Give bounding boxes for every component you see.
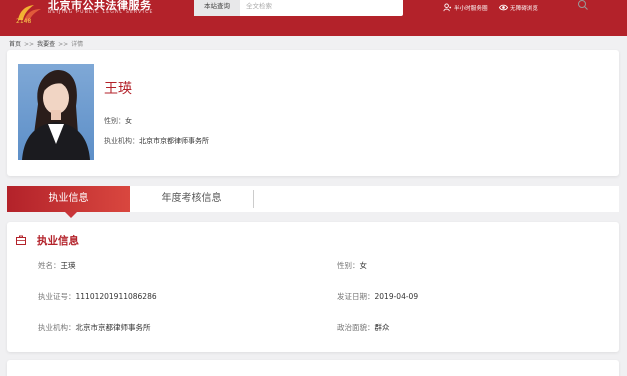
tab-divider bbox=[253, 190, 254, 208]
field-political-status: 政治面貌：群众 bbox=[337, 322, 390, 333]
profile-gender-value: 女 bbox=[125, 117, 132, 125]
field-name: 姓名：王瑛 bbox=[38, 260, 76, 271]
accessible-browsing-label: 无障碍浏览 bbox=[510, 5, 538, 12]
half-hour-service-label: 半小时服务圈 bbox=[454, 5, 488, 12]
lawyer-profile-card: 王瑛 性别：女 执业机构：北京市京都律师事务所 bbox=[7, 50, 619, 176]
field-political-value: 群众 bbox=[374, 323, 390, 332]
svg-text:2148: 2148 bbox=[16, 18, 31, 24]
field-issue-label: 发证日期： bbox=[337, 292, 375, 301]
search-scope-button[interactable]: 本站查询 bbox=[194, 0, 240, 16]
tab-practice-info[interactable]: 执业信息 bbox=[7, 186, 130, 218]
field-issue-value: 2019-04-09 bbox=[374, 292, 419, 301]
profile-firm: 执业机构：北京市京都律师事务所 bbox=[104, 136, 209, 146]
field-name-value: 王瑛 bbox=[60, 261, 76, 270]
field-firm-value: 北京市京都律师事务所 bbox=[75, 323, 151, 332]
field-firm: 执业机构：北京市京都律师事务所 bbox=[38, 322, 151, 333]
site-logo[interactable]: 2148 bbox=[14, 2, 44, 24]
profile-firm-value: 北京市京都律师事务所 bbox=[139, 137, 209, 145]
site-header: 2148 北京市公共法律服务 BEIJING PUBLIC LEGAL SERV… bbox=[0, 0, 627, 36]
field-cert-number: 执业证号：11101201911086286 bbox=[38, 291, 157, 302]
person-pin-icon bbox=[443, 3, 452, 12]
field-firm-label: 执业机构： bbox=[38, 323, 76, 332]
eye-icon bbox=[499, 4, 508, 11]
profile-firm-label: 执业机构： bbox=[104, 137, 139, 145]
field-gender-label: 性别： bbox=[337, 261, 360, 270]
practice-info-card: 执业信息 姓名：王瑛 性别：女 执业证号：11101201911086286 发… bbox=[7, 222, 619, 352]
practice-info-title: 执业信息 bbox=[37, 235, 79, 247]
search-input[interactable] bbox=[246, 0, 376, 13]
breadcrumb-section[interactable]: 我要查 bbox=[37, 41, 55, 48]
breadcrumb-current: 详情 bbox=[71, 41, 84, 48]
profile-gender-label: 性别： bbox=[104, 117, 125, 125]
breadcrumb: 首页 >> 我要查 >> 详情 bbox=[9, 39, 83, 48]
lawyer-name: 王瑛 bbox=[104, 81, 132, 97]
field-cert-label: 执业证号： bbox=[38, 292, 76, 301]
accessible-browsing-link[interactable]: 无障碍浏览 bbox=[499, 3, 538, 12]
search-box: 本站查询 bbox=[194, 0, 588, 16]
profile-gender: 性别：女 bbox=[104, 116, 132, 126]
breadcrumb-separator: >> bbox=[58, 41, 69, 48]
field-name-label: 姓名： bbox=[38, 261, 61, 270]
search-icon[interactable] bbox=[577, 0, 589, 11]
tab-annual-review[interactable]: 年度考核信息 bbox=[130, 186, 253, 212]
field-political-label: 政治面貌： bbox=[337, 323, 375, 332]
next-section-card bbox=[7, 360, 619, 376]
breadcrumb-separator: >> bbox=[24, 41, 35, 48]
half-hour-service-link[interactable]: 半小时服务圈 bbox=[443, 3, 488, 12]
field-issue-date: 发证日期：2019-04-09 bbox=[337, 291, 418, 302]
field-gender: 性别：女 bbox=[337, 260, 367, 271]
site-subtitle: BEIJING PUBLIC LEGAL SERVICE bbox=[48, 10, 154, 15]
lawyer-photo bbox=[18, 64, 94, 160]
field-gender-value: 女 bbox=[359, 261, 368, 270]
info-tabs: 执业信息 年度考核信息 bbox=[7, 186, 619, 218]
field-cert-value: 11101201911086286 bbox=[75, 292, 157, 301]
briefcase-icon bbox=[16, 235, 26, 245]
breadcrumb-home[interactable]: 首页 bbox=[9, 41, 21, 48]
